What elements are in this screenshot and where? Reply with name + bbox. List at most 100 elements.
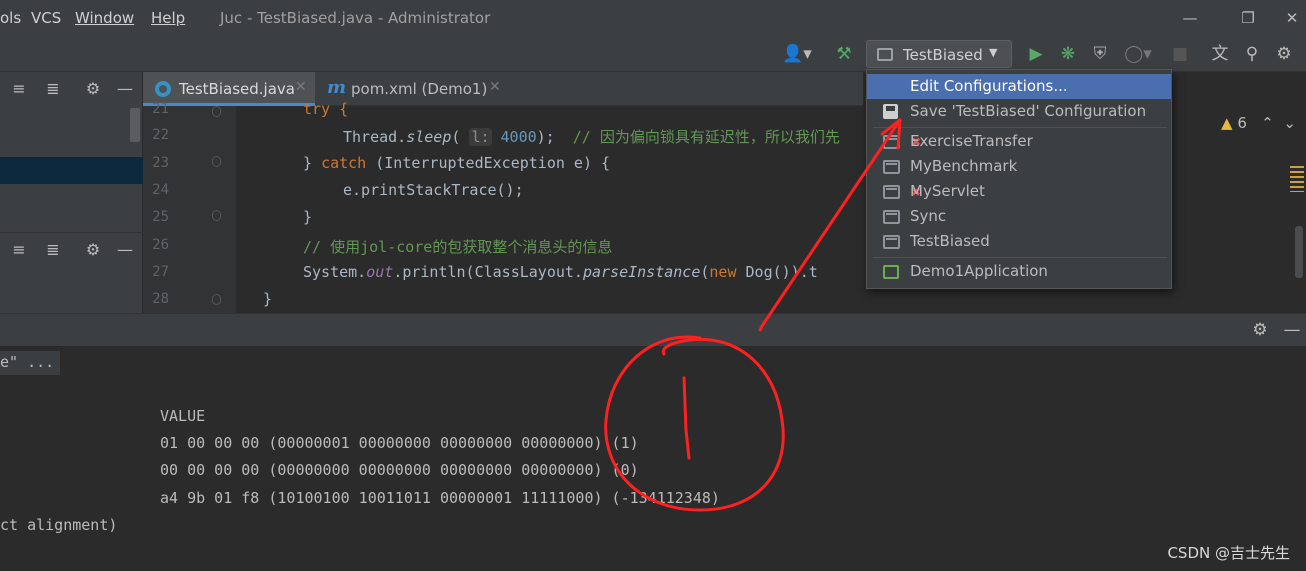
scroll-markers[interactable] [1290, 166, 1304, 192]
prev-highlight-icon[interactable]: ⌃ [1261, 114, 1274, 132]
close-window-icon[interactable]: ✕ [1278, 6, 1306, 30]
folded-command-line[interactable]: e" ... [0, 351, 61, 375]
code-line-22: Thread.sleep( l: 4000); // 因为偏向锁具有延迟性，所以… [343, 128, 840, 146]
menu-item-label: Sync [910, 207, 947, 225]
left-tool-panes: ≡ ≣ ⚙ — ≡ ≣ ⚙ — [0, 72, 143, 313]
run-panel-gear-icon[interactable]: ⚙ [1248, 318, 1272, 342]
spring-boot-icon [883, 265, 899, 279]
menu-vcs[interactable]: VCS [31, 9, 61, 27]
run-panel-header: ⚙ — [0, 313, 1306, 346]
application-config-icon [883, 235, 900, 249]
application-config-icon [883, 160, 900, 174]
window-title: Juc - TestBiased.java - Administrator [220, 9, 491, 27]
expand-all-icon-2[interactable]: ≡ [8, 239, 30, 261]
code-line-26: // 使用jol-core的包获取整个消息头的信息 [303, 238, 613, 256]
config-item-exercisetransfer[interactable]: ✖ ExerciseTransfer [867, 129, 1171, 154]
menu-help-label: Help [151, 9, 186, 27]
tab-close-icon[interactable]: ✕ [295, 79, 307, 95]
editor-scrollbar[interactable] [1295, 226, 1303, 278]
save-icon [883, 104, 898, 119]
tab-label: pom.xml (Demo1) [351, 80, 488, 98]
console-row: 00 00 00 00 (00000000 00000000 00000000 … [160, 461, 639, 479]
minimize-icon[interactable]: — [1176, 6, 1204, 30]
code-line-27: System.out.println(ClassLayout.parseInst… [303, 263, 818, 281]
menu-item-label: TestBiased [910, 232, 990, 250]
menu-item-label: Save 'TestBiased' Configuration [910, 102, 1147, 120]
menu-window-label: Window [75, 9, 135, 27]
application-config-icon: ✖ [883, 185, 921, 199]
pane-hide-icon-2[interactable]: — [114, 239, 136, 261]
settings-gear-icon[interactable]: ⚙ [1272, 42, 1296, 66]
line-number: 27 [152, 264, 169, 280]
console-footer: ct alignment) [0, 516, 118, 534]
tab-label: TestBiased.java [179, 80, 295, 98]
config-item-myservlet[interactable]: ✖ MyServlet [867, 179, 1171, 204]
run-config-selector[interactable]: TestBiased ▼ [866, 40, 1012, 68]
run-config-label: TestBiased [903, 46, 983, 64]
next-highlight-icon[interactable]: ⌄ [1283, 114, 1296, 132]
watermark: CSDN @吉士先生 [1167, 544, 1290, 562]
param-hint: l: [469, 128, 492, 146]
code-line-24: e.printStackTrace(); [343, 181, 524, 199]
selected-tree-row[interactable] [0, 157, 143, 184]
fold-marker-icon[interactable] [212, 156, 221, 167]
config-item-mybenchmark[interactable]: MyBenchmark [867, 154, 1171, 179]
config-item-testbiased[interactable]: TestBiased [867, 229, 1171, 254]
config-icon [877, 48, 893, 61]
fold-marker-icon[interactable] [212, 106, 221, 117]
maven-icon: m [327, 77, 347, 98]
line-number: 28 [152, 291, 169, 307]
menu-item-label: MyServlet [910, 182, 985, 200]
application-config-icon: ✖ [883, 135, 921, 149]
fold-marker-icon[interactable] [212, 210, 221, 221]
application-config-icon [883, 210, 900, 224]
maximize-icon[interactable]: ❐ [1234, 6, 1262, 30]
console-row: a4 9b 01 f8 (10100100 10011011 00000001 … [160, 489, 720, 507]
warning-icon: ▲ [1221, 114, 1233, 132]
line-number: 24 [152, 182, 169, 198]
collapse-all-icon-2[interactable]: ≣ [42, 239, 64, 261]
coverage-shield-icon[interactable]: ⛨ [1088, 42, 1112, 66]
tab-close-icon[interactable]: ✕ [489, 79, 501, 95]
inspection-widget[interactable]: ▲ 6 ⌃ ⌄ [1221, 114, 1296, 132]
save-configuration-item[interactable]: Save 'TestBiased' Configuration [867, 99, 1171, 124]
search-icon[interactable]: ⚲ [1240, 42, 1264, 66]
line-number: 23 [152, 155, 169, 171]
console-row: 01 00 00 00 (00000001 00000000 00000000 … [160, 434, 639, 452]
run-panel-hide-icon[interactable]: — [1280, 318, 1304, 342]
menu-item-label: Edit Configurations... [910, 77, 1068, 95]
translate-icon[interactable]: 文 [1208, 42, 1232, 66]
menu-window[interactable]: Window [75, 9, 134, 27]
expand-all-icon[interactable]: ≡ [8, 78, 30, 100]
menu-item-label: Demo1Application [910, 262, 1048, 280]
menu-tools[interactable]: ols [0, 9, 21, 27]
collapse-all-icon[interactable]: ≣ [42, 78, 64, 100]
menu-help[interactable]: Help [151, 9, 185, 27]
stop-icon[interactable]: ■ [1168, 42, 1192, 66]
run-icon[interactable]: ▶ [1024, 42, 1048, 66]
pane-gear-icon-2[interactable]: ⚙ [82, 239, 104, 261]
run-console[interactable]: e" ... VALUE 01 00 00 00 (00000001 00000… [0, 346, 1306, 571]
debug-bug-icon[interactable]: ❋ [1056, 42, 1080, 66]
pane-scrollbar[interactable] [130, 108, 140, 142]
user-icon[interactable]: 👤▾ [780, 42, 814, 66]
code-line-23: } catch (InterruptedException e) { [303, 154, 611, 172]
fold-marker-icon[interactable] [212, 294, 221, 305]
pane-hide-icon[interactable]: — [114, 78, 136, 100]
config-item-demo1application[interactable]: Demo1Application [867, 259, 1171, 284]
config-item-sync[interactable]: Sync [867, 204, 1171, 229]
menu-divider [873, 257, 1167, 258]
editor-gutter: 21 22 23 24 25 26 27 28 [143, 101, 236, 313]
pane-gear-icon[interactable]: ⚙ [82, 78, 104, 100]
run-config-dropdown: Edit Configurations... Save 'TestBiased'… [866, 69, 1172, 289]
edit-configurations-item[interactable]: Edit Configurations... [867, 74, 1171, 99]
java-class-icon [155, 81, 171, 97]
menu-item-label: ExerciseTransfer [910, 132, 1033, 150]
profile-icon[interactable]: ◯▾ [1118, 42, 1158, 66]
line-number: 26 [152, 237, 169, 253]
build-hammer-icon[interactable]: ⚒ [832, 42, 856, 66]
chevron-down-icon: ▼ [989, 46, 998, 59]
editor-tab-bar: TestBiased.java ✕ m pom.xml (Demo1) ✕ [143, 72, 863, 106]
menu-item-label: MyBenchmark [910, 157, 1018, 175]
tab-pom-xml[interactable]: m pom.xml (Demo1) ✕ [321, 72, 511, 106]
